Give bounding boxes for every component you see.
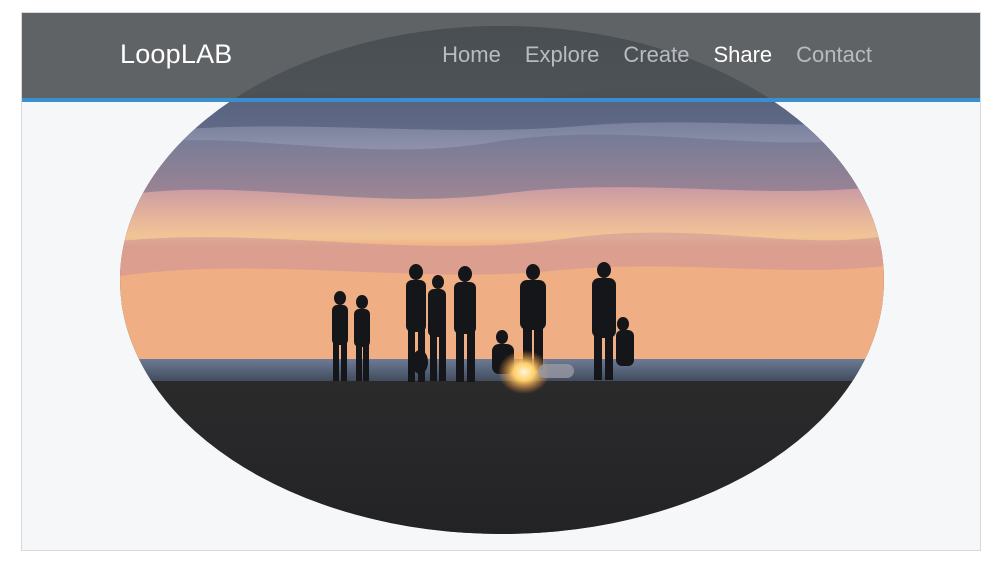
beach-sunset-photo <box>120 26 884 534</box>
page-frame: LoopLAB Home Explore Create Share Contac… <box>21 12 981 551</box>
nav-link-create[interactable]: Create <box>623 42 689 68</box>
nav-link-explore[interactable]: Explore <box>525 42 600 68</box>
brand-logo[interactable]: LoopLAB <box>120 39 233 70</box>
nav-link-home[interactable]: Home <box>442 42 501 68</box>
hero-image <box>120 26 884 534</box>
nav-link-contact[interactable]: Contact <box>796 42 872 68</box>
nav-links: Home Explore Create Share Contact <box>442 42 872 68</box>
top-navbar: LoopLAB Home Explore Create Share Contac… <box>22 13 980 102</box>
nav-link-share[interactable]: Share <box>713 42 772 68</box>
